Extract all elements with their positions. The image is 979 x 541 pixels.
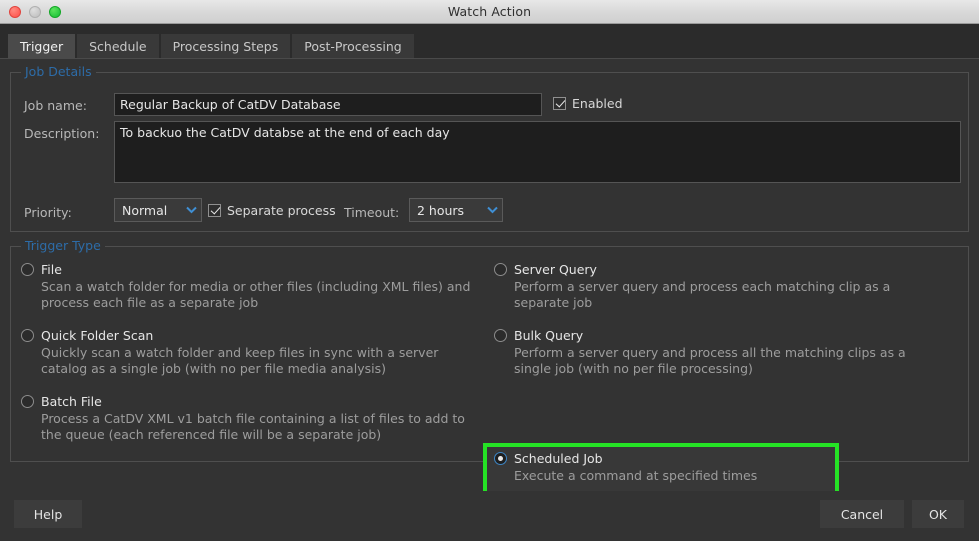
tab-bar: Trigger Schedule Processing Steps Post-P… xyxy=(0,24,979,58)
minimize-button[interactable] xyxy=(29,6,41,18)
radio-bulk-query-mark[interactable] xyxy=(494,329,507,342)
radio-file-mark[interactable] xyxy=(21,263,34,276)
separate-process-checkbox-box[interactable] xyxy=(208,204,221,217)
radio-file-label: File xyxy=(41,262,62,277)
timeout-label: Timeout: xyxy=(344,205,399,220)
trigger-type-group-title: Trigger Type xyxy=(21,239,105,253)
radio-server-query-mark[interactable] xyxy=(494,263,507,276)
dialog-footer: Help Cancel OK xyxy=(0,491,979,541)
separate-process-checkbox-label: Separate process xyxy=(227,203,336,218)
window-controls xyxy=(9,0,61,24)
radio-option-batch-file[interactable]: Batch File Process a CatDV XML v1 batch … xyxy=(21,394,481,443)
radio-quick-folder-scan-label: Quick Folder Scan xyxy=(41,328,153,343)
tab-schedule[interactable]: Schedule xyxy=(77,34,158,58)
radio-option-server-query[interactable]: Server Query Perform a server query and … xyxy=(494,262,954,311)
timeout-select[interactable]: 2 hours xyxy=(409,198,503,222)
radio-quick-folder-scan-mark[interactable] xyxy=(21,329,34,342)
window-title: Watch Action xyxy=(0,4,979,19)
job-details-group-title: Job Details xyxy=(21,65,96,79)
maximize-button[interactable] xyxy=(49,6,61,18)
tab-processing-steps[interactable]: Processing Steps xyxy=(161,34,291,58)
tab-content-trigger: Job Details Job name: Enabled Descriptio… xyxy=(0,58,979,491)
radio-bulk-query-label: Bulk Query xyxy=(514,328,583,343)
job-name-label: Job name: xyxy=(24,98,87,113)
job-details-group: Job Details Job name: Enabled Descriptio… xyxy=(10,72,969,232)
separate-process-checkbox[interactable]: Separate process xyxy=(208,203,336,218)
enabled-checkbox[interactable]: Enabled xyxy=(553,96,623,111)
description-label: Description: xyxy=(24,126,99,141)
radio-server-query-description: Perform a server query and process each … xyxy=(514,279,944,311)
radio-batch-file-mark[interactable] xyxy=(21,395,34,408)
radio-option-file[interactable]: File Scan a watch folder for media or ot… xyxy=(21,262,481,311)
radio-quick-folder-scan-description: Quickly scan a watch folder and keep fil… xyxy=(41,345,471,377)
radio-option-bulk-query[interactable]: Bulk Query Perform a server query and pr… xyxy=(494,328,954,377)
job-name-input[interactable] xyxy=(114,93,542,116)
enabled-checkbox-box[interactable] xyxy=(553,97,566,110)
window-titlebar: Watch Action xyxy=(0,0,979,24)
trigger-type-group: Trigger Type File Scan a watch folder fo… xyxy=(10,246,969,462)
priority-label: Priority: xyxy=(24,205,72,220)
radio-option-quick-folder-scan[interactable]: Quick Folder Scan Quickly scan a watch f… xyxy=(21,328,481,377)
ok-button[interactable]: OK xyxy=(912,500,964,528)
radio-server-query-label: Server Query xyxy=(514,262,597,277)
help-button[interactable]: Help xyxy=(14,500,82,528)
enabled-checkbox-label: Enabled xyxy=(572,96,623,111)
radio-scheduled-job-description: Execute a command at specified times xyxy=(514,468,844,484)
radio-bulk-query-description: Perform a server query and process all t… xyxy=(514,345,944,377)
radio-scheduled-job-mark[interactable] xyxy=(494,452,507,465)
priority-select[interactable]: Normal xyxy=(114,198,202,222)
radio-scheduled-job-label: Scheduled Job xyxy=(514,451,603,466)
radio-file-description: Scan a watch folder for media or other f… xyxy=(41,279,471,311)
watch-action-dialog: Watch Action Trigger Schedule Processing… xyxy=(0,0,979,541)
timeout-select-value: 2 hours xyxy=(417,203,482,218)
radio-batch-file-label: Batch File xyxy=(41,394,102,409)
close-button[interactable] xyxy=(9,6,21,18)
radio-batch-file-description: Process a CatDV XML v1 batch file contai… xyxy=(41,411,471,443)
priority-select-value: Normal xyxy=(122,203,181,218)
tab-post-processing[interactable]: Post-Processing xyxy=(292,34,413,58)
chevron-down-icon xyxy=(482,206,502,214)
description-textarea[interactable] xyxy=(114,121,961,183)
cancel-button[interactable]: Cancel xyxy=(820,500,904,528)
radio-option-scheduled-job[interactable]: Scheduled Job Execute a command at speci… xyxy=(494,451,844,484)
tab-trigger[interactable]: Trigger xyxy=(8,34,75,58)
chevron-down-icon xyxy=(181,206,201,214)
